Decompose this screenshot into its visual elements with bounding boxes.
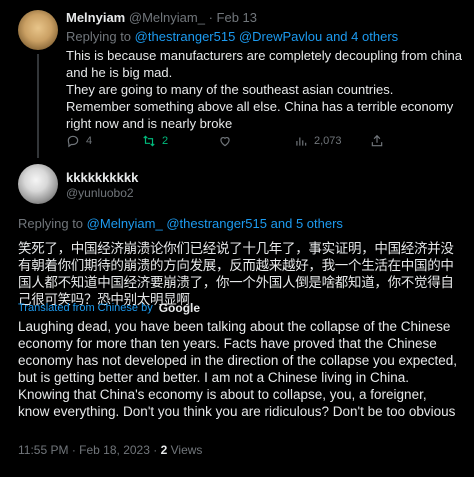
share-icon	[371, 134, 383, 147]
reply-header: Melnyiam @Melnyiam_ · Feb 13	[66, 10, 464, 26]
replying-prefix: Replying to	[66, 29, 132, 44]
action-bar: 4 2 2,073	[66, 133, 456, 149]
handle[interactable]: @yunluobo2	[66, 186, 134, 200]
replying-to-link[interactable]: @Melnyiam_ @thestranger515	[87, 216, 267, 231]
google-logo: Google	[158, 301, 201, 315]
like-icon	[220, 137, 230, 147]
views-icon	[296, 137, 307, 146]
separator: ·	[153, 443, 158, 457]
display-name[interactable]: Melnyiam	[66, 10, 125, 25]
translated-label: Translated from Chinese by	[18, 302, 153, 314]
replying-and: and	[325, 29, 348, 44]
tweet-time[interactable]: 11:55 PM	[18, 443, 68, 457]
tweet-text-line: Remember something above all else. China…	[66, 99, 454, 131]
tweet-text-line: This is because manufacturers are comple…	[66, 48, 462, 80]
retweet-count: 2	[162, 135, 169, 147]
separator: ·	[71, 443, 76, 457]
views-count: 2	[160, 443, 168, 457]
replying-others-link[interactable]: 4 others	[351, 29, 398, 44]
reply-body: Melnyiam @Melnyiam_ · Feb 13 Replying to…	[66, 10, 464, 132]
separator: ·	[208, 10, 213, 25]
replying-others-link[interactable]: 5 others	[296, 216, 343, 231]
replying-to: Replying to @Melnyiam_ @thestranger515 a…	[18, 216, 343, 231]
display-name[interactable]: kkkkkkkkkk	[66, 170, 138, 185]
replying-to-link[interactable]: @thestranger515 @DrewPavlou	[135, 29, 323, 44]
reply-tweet[interactable]: Melnyiam @Melnyiam_ · Feb 13 Replying to…	[0, 0, 474, 158]
replying-to: Replying to @thestranger515 @DrewPavlou …	[66, 28, 464, 45]
timestamp[interactable]: Feb 13	[217, 10, 257, 25]
tweet-meta: 11:55 PM · Feb 18, 2023 · 2 Views	[18, 443, 202, 457]
avatar[interactable]	[18, 164, 58, 204]
translation-attribution[interactable]: Translated from Chinese by Google	[18, 301, 200, 315]
tweet-text-line: They are going to many of the southeast …	[66, 82, 394, 97]
focused-tweet[interactable]: kkkkkkkkkk @yunluobo2 Replying to @Melny…	[0, 158, 474, 477]
thread-line	[37, 54, 39, 158]
avatar[interactable]	[18, 10, 58, 50]
views-button[interactable]: 2,073	[294, 133, 370, 149]
like-button[interactable]	[218, 133, 294, 149]
replying-and: and	[270, 216, 293, 231]
original-text: 笑死了，中国经济崩溃论你们已经说了十几年了，事实证明，中国经济并没有朝着你们期待…	[18, 241, 454, 307]
views-label: Views	[170, 443, 203, 457]
tweet-date[interactable]: Feb 18, 2023	[79, 443, 150, 457]
views-count: 2,073	[314, 135, 342, 147]
retweet-icon	[143, 135, 155, 147]
tweet-text: This is because manufacturers are comple…	[66, 47, 464, 132]
retweet-button[interactable]: 2	[142, 133, 218, 149]
reply-count: 4	[86, 135, 93, 147]
translated-text: Laughing dead, you have been talking abo…	[18, 319, 458, 419]
handle[interactable]: @Melnyiam_	[129, 10, 205, 25]
replying-prefix: Replying to	[18, 216, 84, 231]
reply-icon	[67, 135, 79, 148]
share-button[interactable]	[370, 133, 446, 149]
reply-button[interactable]: 4	[66, 133, 142, 149]
